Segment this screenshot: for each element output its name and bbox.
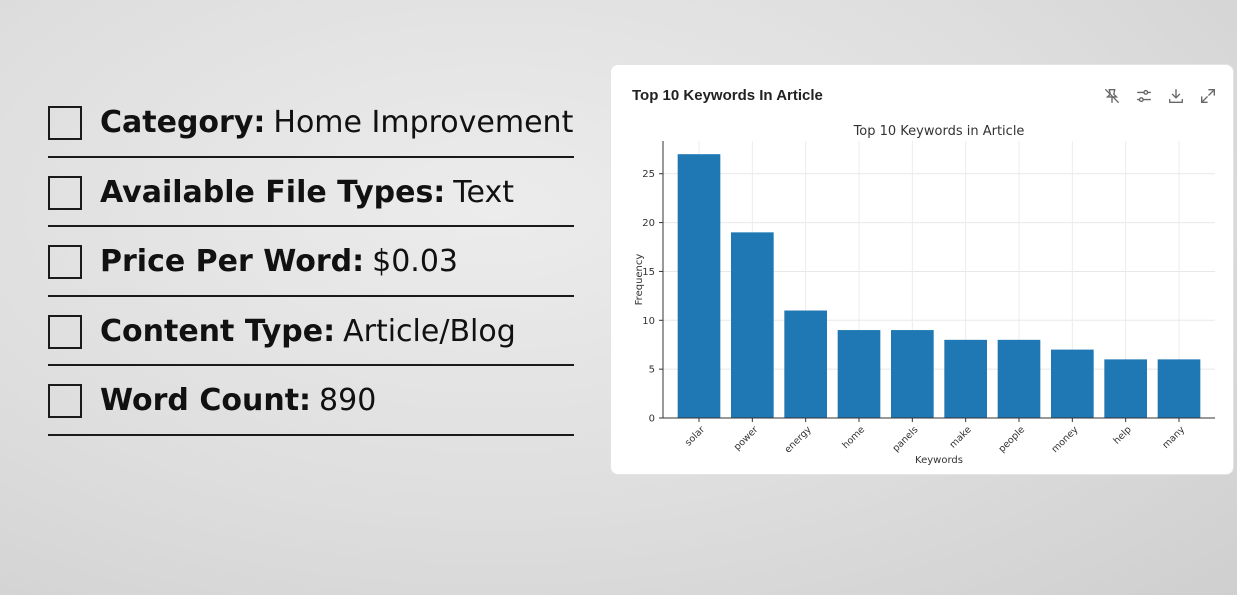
y-tick-label: 10 — [642, 316, 655, 327]
bar-solar — [677, 154, 721, 418]
x-tick-label: power — [732, 424, 761, 453]
x-tick-label: many — [1160, 424, 1187, 451]
item-label: Content Type: — [100, 313, 336, 349]
checkbox[interactable] — [48, 175, 82, 210]
x-tick-label: money — [1050, 424, 1081, 455]
item-value: Article/Blog — [343, 313, 516, 349]
x-tick-label: panels — [891, 424, 921, 454]
x-axis-label: Keywords — [915, 455, 963, 466]
checklist-item-category: Category: Home Improvement — [48, 88, 574, 158]
checkbox[interactable] — [48, 106, 82, 140]
x-tick-label: make — [948, 424, 974, 450]
x-tick-label: people — [997, 424, 1028, 455]
y-tick-label: 0 — [649, 414, 655, 425]
bar-panels — [891, 330, 934, 418]
checklist-item-content-type: Content Type: Article/Blog — [48, 297, 574, 366]
y-tick-label: 25 — [642, 169, 655, 180]
chart-card: Top 10 Keywords In Article 0 5 10 15 20 25 sol… — [610, 64, 1234, 475]
checklist-item-file-types: Available File Types: Text — [48, 158, 574, 227]
item-label: Word Count: — [100, 383, 312, 418]
x-tick-label: energy — [783, 424, 814, 455]
bar-people — [997, 339, 1041, 418]
item-label: Category: — [100, 105, 266, 140]
bar-help — [1104, 359, 1147, 418]
item-label: Price Per Word: — [100, 244, 365, 279]
bar-chart: 0510152025solar power energy home panels make… — [634, 124, 1215, 466]
item-label: Available File Types: — [100, 174, 446, 210]
checkbox[interactable] — [48, 384, 82, 418]
checklist: Category: Home Improvement Available File… — [48, 88, 574, 436]
checklist-item-price: Price Per Word: $0.03 — [48, 227, 574, 297]
x-tick-label: solar — [683, 424, 707, 448]
bar-make — [944, 339, 987, 418]
y-axis-label: Frequency — [634, 254, 645, 306]
x-tick-label: home — [840, 424, 867, 451]
y-tick-label: 5 — [649, 365, 655, 376]
checkbox[interactable] — [48, 245, 82, 279]
chart-title: Top 10 Keywords in Article — [853, 124, 1025, 139]
bar-many — [1157, 359, 1201, 418]
bar-money — [1051, 349, 1094, 418]
bar-energy — [784, 310, 827, 418]
checkbox[interactable] — [48, 314, 82, 349]
y-tick-label: 20 — [642, 218, 655, 229]
bar-home — [837, 330, 881, 418]
checklist-item-word-count: Word Count: 890 — [48, 366, 574, 436]
item-value: Text — [453, 174, 514, 210]
item-value: 890 — [319, 383, 377, 418]
item-value: Home Improvement — [273, 105, 574, 140]
x-tick-label: help — [1111, 424, 1133, 446]
bar-power — [731, 232, 774, 418]
item-value: $0.03 — [372, 244, 459, 279]
